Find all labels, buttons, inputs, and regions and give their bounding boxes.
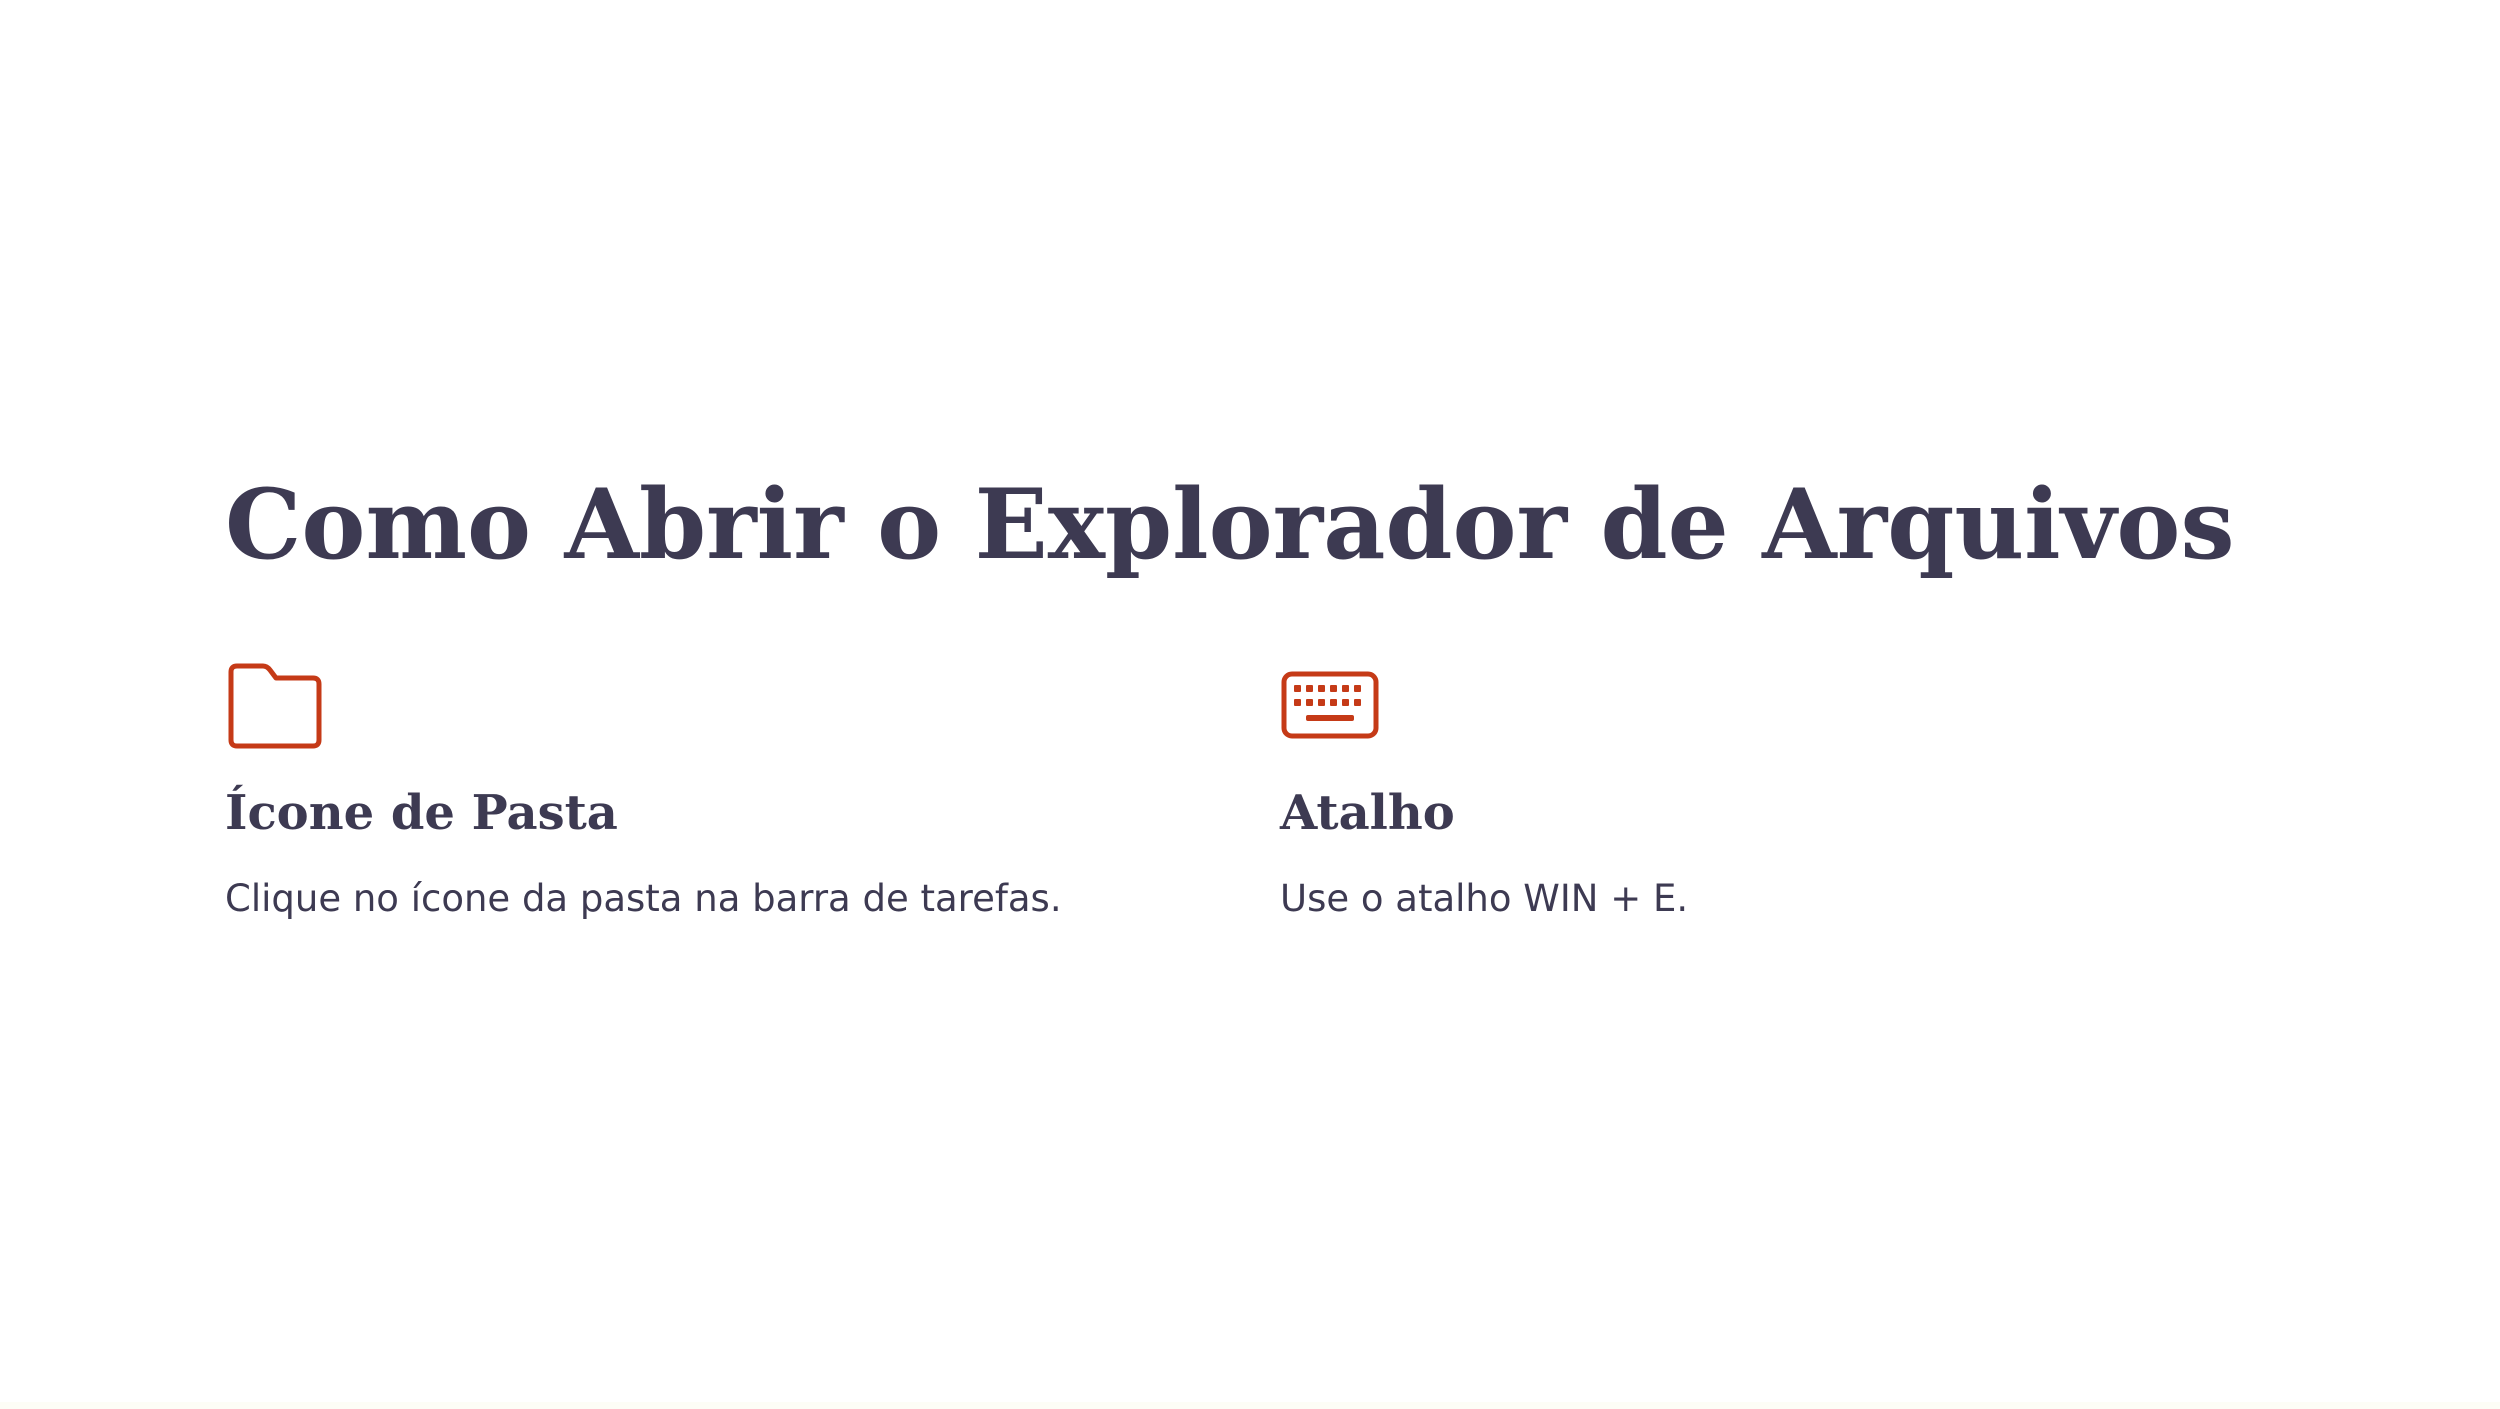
slide: Como Abrir o Explorador de Arquivos Ícon…	[0, 0, 2500, 1409]
card-shortcut: Atalho Use o atalho WIN + E.	[1280, 660, 2230, 920]
card-folder: Ícone de Pasta Clique no ícone da pasta …	[225, 660, 1175, 920]
card-text: Use o atalho WIN + E.	[1280, 877, 1689, 920]
card-text: Clique no ícone da pasta na barra de tar…	[225, 877, 1062, 920]
bottom-strip	[0, 1402, 2500, 1409]
slide-title: Como Abrir o Explorador de Arquivos	[225, 468, 2235, 581]
card-heading: Ícone de Pasta	[225, 785, 618, 841]
folder-icon	[228, 663, 322, 749]
keyboard-icon	[1281, 671, 1379, 739]
card-heading: Atalho	[1280, 785, 1455, 841]
